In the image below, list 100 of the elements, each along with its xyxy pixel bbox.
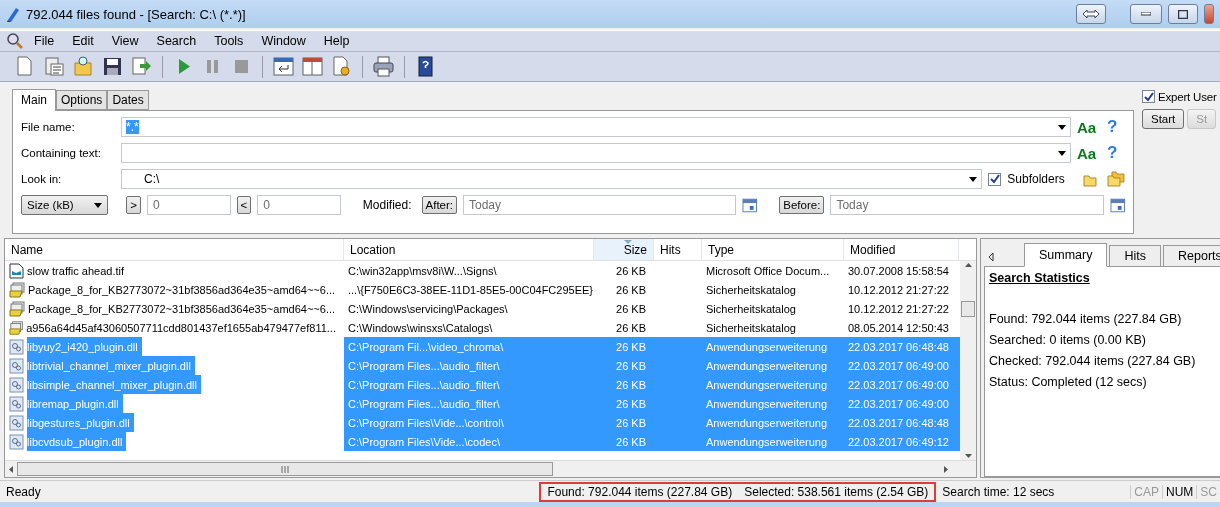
table-cell: C:\Program Fil...\video_chroma\ [348,340,504,353]
size-unit-dropdown[interactable]: Size (kB) [21,195,109,215]
calendar-icon[interactable] [742,197,758,213]
window-return-icon[interactable] [272,55,295,78]
tab[interactable]: Dates [107,90,149,110]
before-button[interactable]: Before: [779,196,825,214]
checkbox[interactable] [1142,90,1155,103]
scroll-right-icon [944,465,948,473]
dll-file-icon [9,414,24,431]
table-cell: 10.12.2012 21:27:22 [848,302,949,315]
field-label: Look in: [21,173,63,185]
menu-item[interactable]: Tools [206,34,252,48]
max-size-field[interactable]: 0 [257,195,341,215]
app-icon [6,6,20,22]
menu-item[interactable]: File [26,34,63,48]
key-indicator: SC [1196,484,1220,499]
statistic-line: Status: Completed (12 secs) [989,374,1148,391]
dropdown-arrow-icon[interactable] [1058,124,1066,130]
containing-text-field[interactable] [121,143,1071,163]
table-cell: 26 KB [616,302,646,315]
checkbox-label: Expert User [1158,90,1217,103]
scroll-thumb[interactable] [961,301,975,317]
help-link[interactable]: ? [1107,117,1118,137]
before-date-field[interactable]: Today [830,195,1104,215]
table-cell: 26 KB [616,321,646,334]
sort-arrow-icon [623,240,632,244]
file-name: libgestures_plugin.dll [27,413,134,432]
start-button[interactable]: Start [1142,109,1185,129]
look-in-field[interactable]: C:\ [121,169,983,189]
table-cell: 26 KB [616,378,646,391]
menu-item[interactable]: Help [315,34,358,48]
tab[interactable]: Main [12,89,56,111]
column-header[interactable]: Size [594,239,654,260]
dropdown-arrow-icon[interactable] [1058,150,1066,156]
export-icon[interactable] [130,55,153,78]
table-cell: C:\Program Files...\audio_filter\ [348,397,500,410]
open-folder-icon[interactable] [72,55,95,78]
horizontal-scrollbar[interactable] [5,460,976,477]
menu-item[interactable]: Edit [64,34,102,48]
folders-icon[interactable] [1107,171,1125,187]
scroll-left-icon [9,465,13,473]
calendar-icon[interactable] [1109,197,1125,213]
key-indicator: CAP [1130,484,1162,499]
menu-item[interactable]: Window [253,34,314,48]
table-cell: 30.07.2008 15:58:54 [848,264,949,277]
save-icon[interactable] [101,55,124,78]
menu-item[interactable]: Search [148,34,205,48]
less-than-button[interactable]: < [236,196,252,214]
settings-icon[interactable] [330,55,353,78]
file-name: libremap_plugin.dll [27,394,123,413]
scroll-thumb[interactable] [17,462,553,476]
match-case-toggle[interactable]: Aa [1077,118,1101,136]
min-size-field[interactable]: 0 [146,195,231,215]
vertical-scrollbar[interactable] [960,261,976,460]
search-time: Search time: 12 secs [941,484,1056,499]
table-cell: 22.03.2017 06:48:48 [848,340,949,353]
statistic-line: Found: 792.044 items (227.84 GB) [989,311,1183,328]
table-cell: 08.05.2014 12:50:43 [848,321,949,334]
table-cell: C:\Program Files\Vide...\codec\ [348,435,501,448]
maximize-icon [1178,9,1188,19]
dll-file-icon [9,338,24,355]
table-cell: 22.03.2017 06:48:48 [848,416,949,429]
match-case-toggle[interactable]: Aa [1077,144,1101,162]
file-name: libsimple_channel_mixer_plugin.dll [27,375,201,394]
table-cell: 22.03.2017 06:49:00 [848,378,949,391]
table-cell: 26 KB [616,359,646,372]
open-list-icon[interactable] [43,55,66,78]
table-cell: 26 KB [616,264,646,277]
after-date-field[interactable]: Today [463,195,737,215]
table-cell: C:\win32app\msv8i\W...\Signs\ [348,264,497,277]
tab[interactable]: Options [56,90,108,110]
after-button[interactable]: After: [421,196,457,214]
scroll-down-icon [964,454,972,458]
table-cell: C:\Program Files\Vide...\control\ [348,416,504,429]
table-cell: 22.03.2017 06:49:12 [848,435,949,448]
greater-than-button[interactable]: > [126,196,141,214]
scroll-up-icon [964,263,972,267]
tab[interactable]: Hits [1109,245,1161,267]
dll-file-icon [9,357,24,374]
window-layout-icon[interactable] [301,55,324,78]
tab[interactable]: Summary [1024,243,1108,267]
file-name: libtrivial_channel_mixer_plugin.dll [27,356,195,375]
table-cell: C:\Program Files...\audio_filter\ [348,378,500,391]
grip-icon [281,465,289,473]
dropdown-arrow-icon[interactable] [94,202,103,208]
maximize-button[interactable] [1168,4,1198,24]
print-icon[interactable] [372,55,395,78]
minimize-button[interactable] [1130,4,1162,24]
table-cell: Anwendungserweiterung [706,378,828,391]
help-link[interactable]: ? [1107,143,1118,163]
dropdown-arrow-icon[interactable] [969,176,978,182]
certificate-file-icon [9,319,24,336]
table-cell: 22.03.2017 06:49:00 [848,359,949,372]
field-label: Containing text: [21,147,102,159]
checkbox[interactable] [988,172,1002,186]
menu-item[interactable]: View [103,34,147,48]
table-cell: Anwendungserweiterung [706,340,828,353]
table-cell: Sicherheitskatalog [706,302,796,315]
resize-button[interactable] [1076,4,1106,24]
checkbox-label: Subfolders [1007,172,1066,186]
